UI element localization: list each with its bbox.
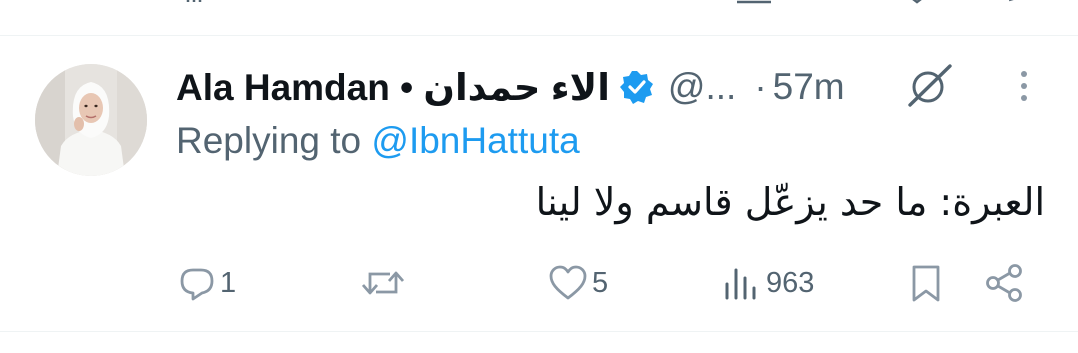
heart-icon [549,265,587,300]
display-name[interactable]: Ala Hamdan • الاء حمدان [176,66,610,109]
tweet-text: العبرة: ما حد يزعّل قاسم ولا لينا [535,180,1045,224]
share-icon [986,264,1022,302]
grok-icon[interactable] [905,0,935,12]
like-count: 5 [592,266,609,299]
reply-mention-link[interactable]: @IbnHattuta [371,120,579,161]
avatar[interactable] [35,64,147,176]
views-icon [725,268,756,300]
reply-icon [180,268,214,301]
retweet-button[interactable] [360,258,410,308]
like-button[interactable]: 5 [548,258,608,308]
share-button[interactable] [984,258,1026,308]
replying-to: Replying to @IbnHattuta [176,120,580,162]
divider-top [0,35,1078,36]
previous-tweet-actions [0,0,1078,6]
bookmark-icon[interactable] [735,0,773,12]
reply-prefix: Replying to [176,120,362,161]
user-handle[interactable]: @... [668,66,736,108]
reply-button[interactable]: 1 [178,258,236,308]
verified-badge-icon [619,70,654,104]
views-icon[interactable] [186,0,206,12]
divider-bottom [0,331,1078,332]
retweet-icon [361,271,405,295]
share-icon[interactable] [1005,0,1035,12]
tweet-header: Ala Hamdan • الاء حمدان @... · 57m [176,62,845,112]
separator-dot: · [754,66,767,107]
avatar-image [35,64,147,176]
grok-icon[interactable] [906,60,956,110]
tweet-actions: 1 5 963 [0,258,1078,308]
bookmark-button[interactable] [910,258,942,308]
bookmark-icon [912,265,940,302]
more-options-icon[interactable] [1012,66,1036,106]
timestamp[interactable]: 57m [773,66,845,108]
views-count: 963 [766,266,815,299]
views-button[interactable]: 963 [722,258,814,308]
reply-count: 1 [220,266,237,299]
